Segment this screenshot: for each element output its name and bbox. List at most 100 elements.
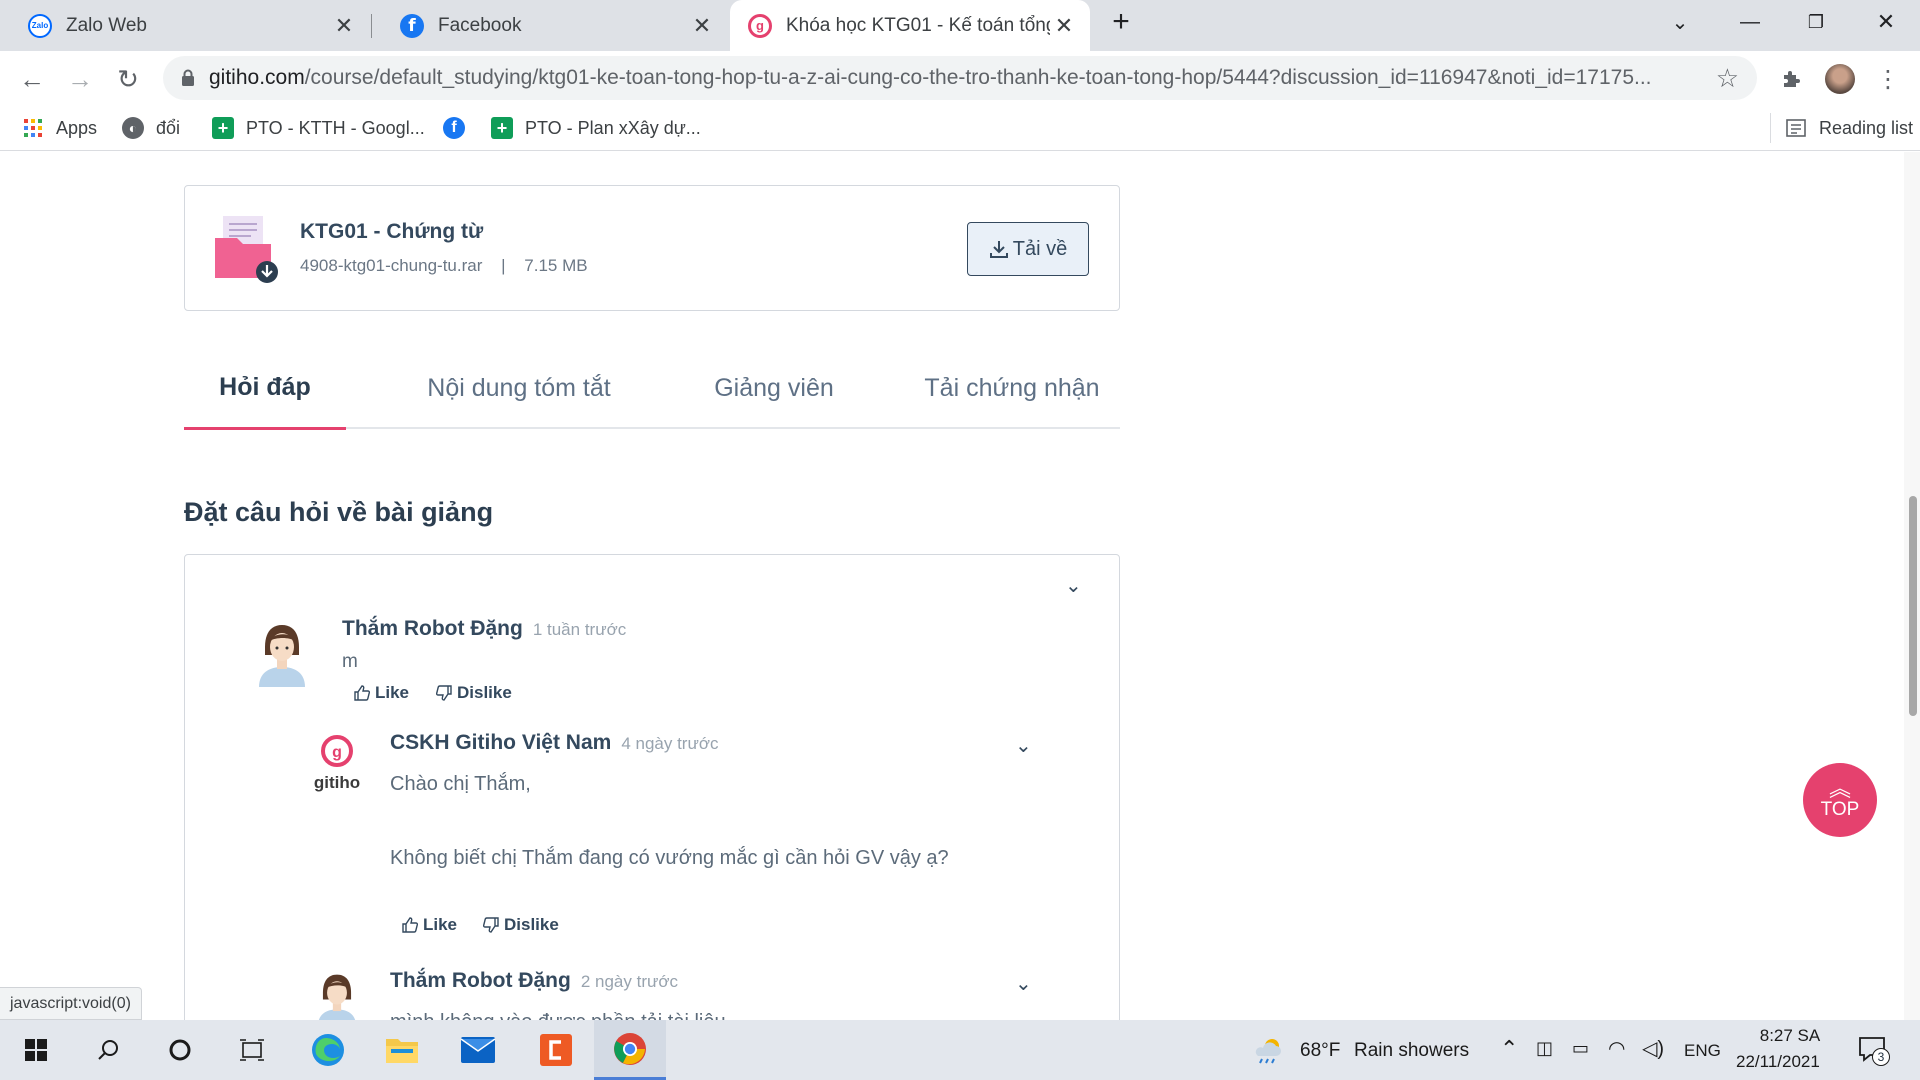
back-arrow-icon[interactable]: ←	[14, 61, 50, 97]
browser-tab-zalo[interactable]: Zalo Zalo Web ✕	[0, 0, 370, 51]
bookmark-star-icon[interactable]: ☆	[1716, 63, 1739, 94]
attachment-size: 7.15 MB	[524, 256, 588, 275]
edge-icon[interactable]	[292, 1020, 364, 1080]
attachment-meta: 4908-ktg01-chung-tu.rar | 7.15 MB	[300, 256, 588, 276]
volume-icon[interactable]: ◁)	[1642, 1036, 1664, 1061]
back-to-top-button[interactable]: ︽ TOP	[1803, 763, 1877, 837]
tab-title: Khóa học KTG01 - Kế toán tổng h	[786, 14, 1050, 36]
chrome-icon[interactable]	[594, 1020, 666, 1080]
tab-search-icon[interactable]: ⌄	[1650, 0, 1710, 44]
bookmark-label: PTO - KTTH - Googl...	[246, 117, 425, 138]
windows-start-icon[interactable]	[0, 1020, 72, 1080]
orange-app-icon[interactable]	[520, 1020, 592, 1080]
weather-rain-icon[interactable]	[1252, 1036, 1284, 1069]
like-label: Like	[423, 915, 458, 934]
wifi-icon[interactable]: ◠	[1608, 1036, 1625, 1061]
tab-giang-vien[interactable]: Giảng viên	[684, 347, 864, 429]
bookmark-sheet-plan[interactable]: + PTO - Plan xXây dự...	[491, 113, 701, 143]
close-icon[interactable]: ✕	[1050, 12, 1078, 40]
content-tabs: Hỏi đáp Nội dung tóm tắt Giảng viên Tải …	[184, 347, 1120, 430]
comment-author[interactable]: CSKH Gitiho Việt Nam	[390, 731, 611, 754]
tab-noi-dung[interactable]: Nội dung tóm tắt	[394, 347, 644, 429]
browser-menu-icon[interactable]: ⋮	[1870, 61, 1906, 97]
globe-icon: ◐	[122, 117, 144, 139]
comment-author[interactable]: Thắm Robot Đặng	[342, 617, 523, 640]
like-button[interactable]: Like	[353, 683, 409, 703]
bookmark-sheet-ktth[interactable]: + PTO - KTTH - Googl...	[212, 113, 425, 143]
address-bar[interactable]: gitiho.com/course/default_studying/ktg01…	[163, 56, 1757, 100]
notification-center-icon[interactable]: 3	[1858, 1036, 1890, 1066]
restore-button[interactable]: ❐	[1786, 0, 1846, 44]
clock-date[interactable]: 22/11/2021	[1736, 1052, 1820, 1072]
dislike-label: Dislike	[504, 915, 559, 934]
gitiho-avatar-label: gitiho	[313, 773, 361, 792]
windows-taskbar: 68°F Rain showers ⌃ ◫ ▭ ◠ ◁) ENG 8:27 SA…	[0, 1020, 1920, 1080]
top-label: TOP	[1820, 799, 1860, 820]
browser-tab-gitiho[interactable]: g Khóa học KTG01 - Kế toán tổng h ✕	[730, 0, 1090, 51]
close-icon[interactable]: ✕	[330, 12, 358, 40]
svg-text:g: g	[332, 744, 342, 761]
bookmark-label: PTO - Plan xXây dự...	[525, 117, 701, 138]
chevron-down-icon[interactable]: ⌄	[1015, 971, 1032, 996]
download-button[interactable]: Tải về	[967, 222, 1089, 276]
comment-header: Thắm Robot Đặng 1 tuần trước	[342, 617, 626, 641]
new-tab-button[interactable]: +	[1091, 0, 1151, 44]
profile-avatar[interactable]	[1822, 61, 1858, 97]
weather-temp[interactable]: 68°F	[1300, 1040, 1340, 1062]
attachment-filename: 4908-ktg01-chung-tu.rar	[300, 256, 483, 275]
tray-chevron-up-icon[interactable]: ⌃	[1500, 1036, 1518, 1062]
facebook-icon: f	[443, 117, 465, 139]
comment-header: CSKH Gitiho Việt Nam 4 ngày trước	[390, 731, 719, 755]
search-icon[interactable]	[72, 1020, 144, 1080]
attachment-title: KTG01 - Chứng từ	[300, 220, 484, 243]
battery-icon[interactable]: ▭	[1572, 1038, 1589, 1059]
scrollbar-thumb[interactable]	[1909, 496, 1917, 716]
link-status-tooltip: javascript:void(0)	[0, 987, 142, 1020]
bookmark-apps[interactable]: Apps	[22, 113, 97, 143]
file-explorer-icon[interactable]	[366, 1020, 438, 1080]
browser-tab-strip: Zalo Zalo Web ✕ f Facebook ✕ g Khóa học …	[0, 0, 1920, 51]
apps-grid-icon	[22, 117, 44, 139]
comment-text-body: Không biết chị Thắm đang có vướng mắc gì…	[390, 847, 949, 869]
tab-tai-chung-nhan[interactable]: Tải chứng nhận	[904, 347, 1120, 429]
gitiho-icon: g	[748, 13, 772, 38]
tab-hoi-dap[interactable]: Hỏi đáp	[184, 347, 346, 430]
bookmark-facebook[interactable]: f	[443, 113, 477, 143]
close-icon[interactable]: ✕	[688, 12, 716, 40]
chevron-down-icon[interactable]: ⌄	[1065, 573, 1082, 598]
reading-list-button[interactable]: Reading list	[1770, 113, 1913, 143]
input-language[interactable]: ENG	[1684, 1041, 1721, 1061]
cortana-icon[interactable]	[144, 1020, 216, 1080]
reload-icon[interactable]: ↻	[110, 61, 146, 97]
task-view-icon[interactable]	[216, 1020, 288, 1080]
chevron-down-icon[interactable]: ⌄	[1015, 733, 1032, 758]
comment-time: 4 ngày trước	[621, 734, 719, 753]
minimize-button[interactable]: —	[1720, 0, 1780, 44]
browser-tab-facebook[interactable]: f Facebook ✕	[372, 0, 728, 51]
dislike-label: Dislike	[457, 683, 512, 702]
comment-text: m	[342, 651, 358, 672]
comment-text: mình không vào được phần tải tài liệu	[390, 1011, 726, 1020]
extensions-puzzle-icon[interactable]	[1773, 61, 1809, 97]
dislike-button[interactable]: Dislike	[435, 683, 512, 703]
weather-desc[interactable]: Rain showers	[1354, 1040, 1469, 1062]
comment-author[interactable]: Thắm Robot Đặng	[390, 969, 571, 992]
comment-text-greeting: Chào chị Thắm,	[390, 773, 531, 795]
bookmark-doi[interactable]: ◐ đổi	[122, 113, 180, 143]
mail-icon[interactable]	[442, 1020, 514, 1080]
clock-time[interactable]: 8:27 SA	[1750, 1026, 1830, 1046]
avatar	[253, 617, 311, 692]
meet-now-icon[interactable]: ◫	[1536, 1038, 1553, 1059]
like-label: Like	[375, 683, 410, 702]
page-scrollbar[interactable]	[1904, 152, 1920, 1020]
reading-list-label: Reading list	[1819, 117, 1914, 138]
forward-arrow-icon[interactable]: →	[62, 61, 98, 97]
meta-separator: |	[501, 256, 506, 275]
window-close-button[interactable]: ✕	[1856, 0, 1916, 44]
like-button[interactable]: Like	[401, 915, 457, 935]
comment-time: 2 ngày trước	[580, 972, 679, 991]
dislike-button[interactable]: Dislike	[482, 915, 559, 935]
thumbs-down-icon	[482, 917, 499, 933]
download-icon	[989, 241, 1008, 258]
lock-icon	[181, 69, 195, 87]
